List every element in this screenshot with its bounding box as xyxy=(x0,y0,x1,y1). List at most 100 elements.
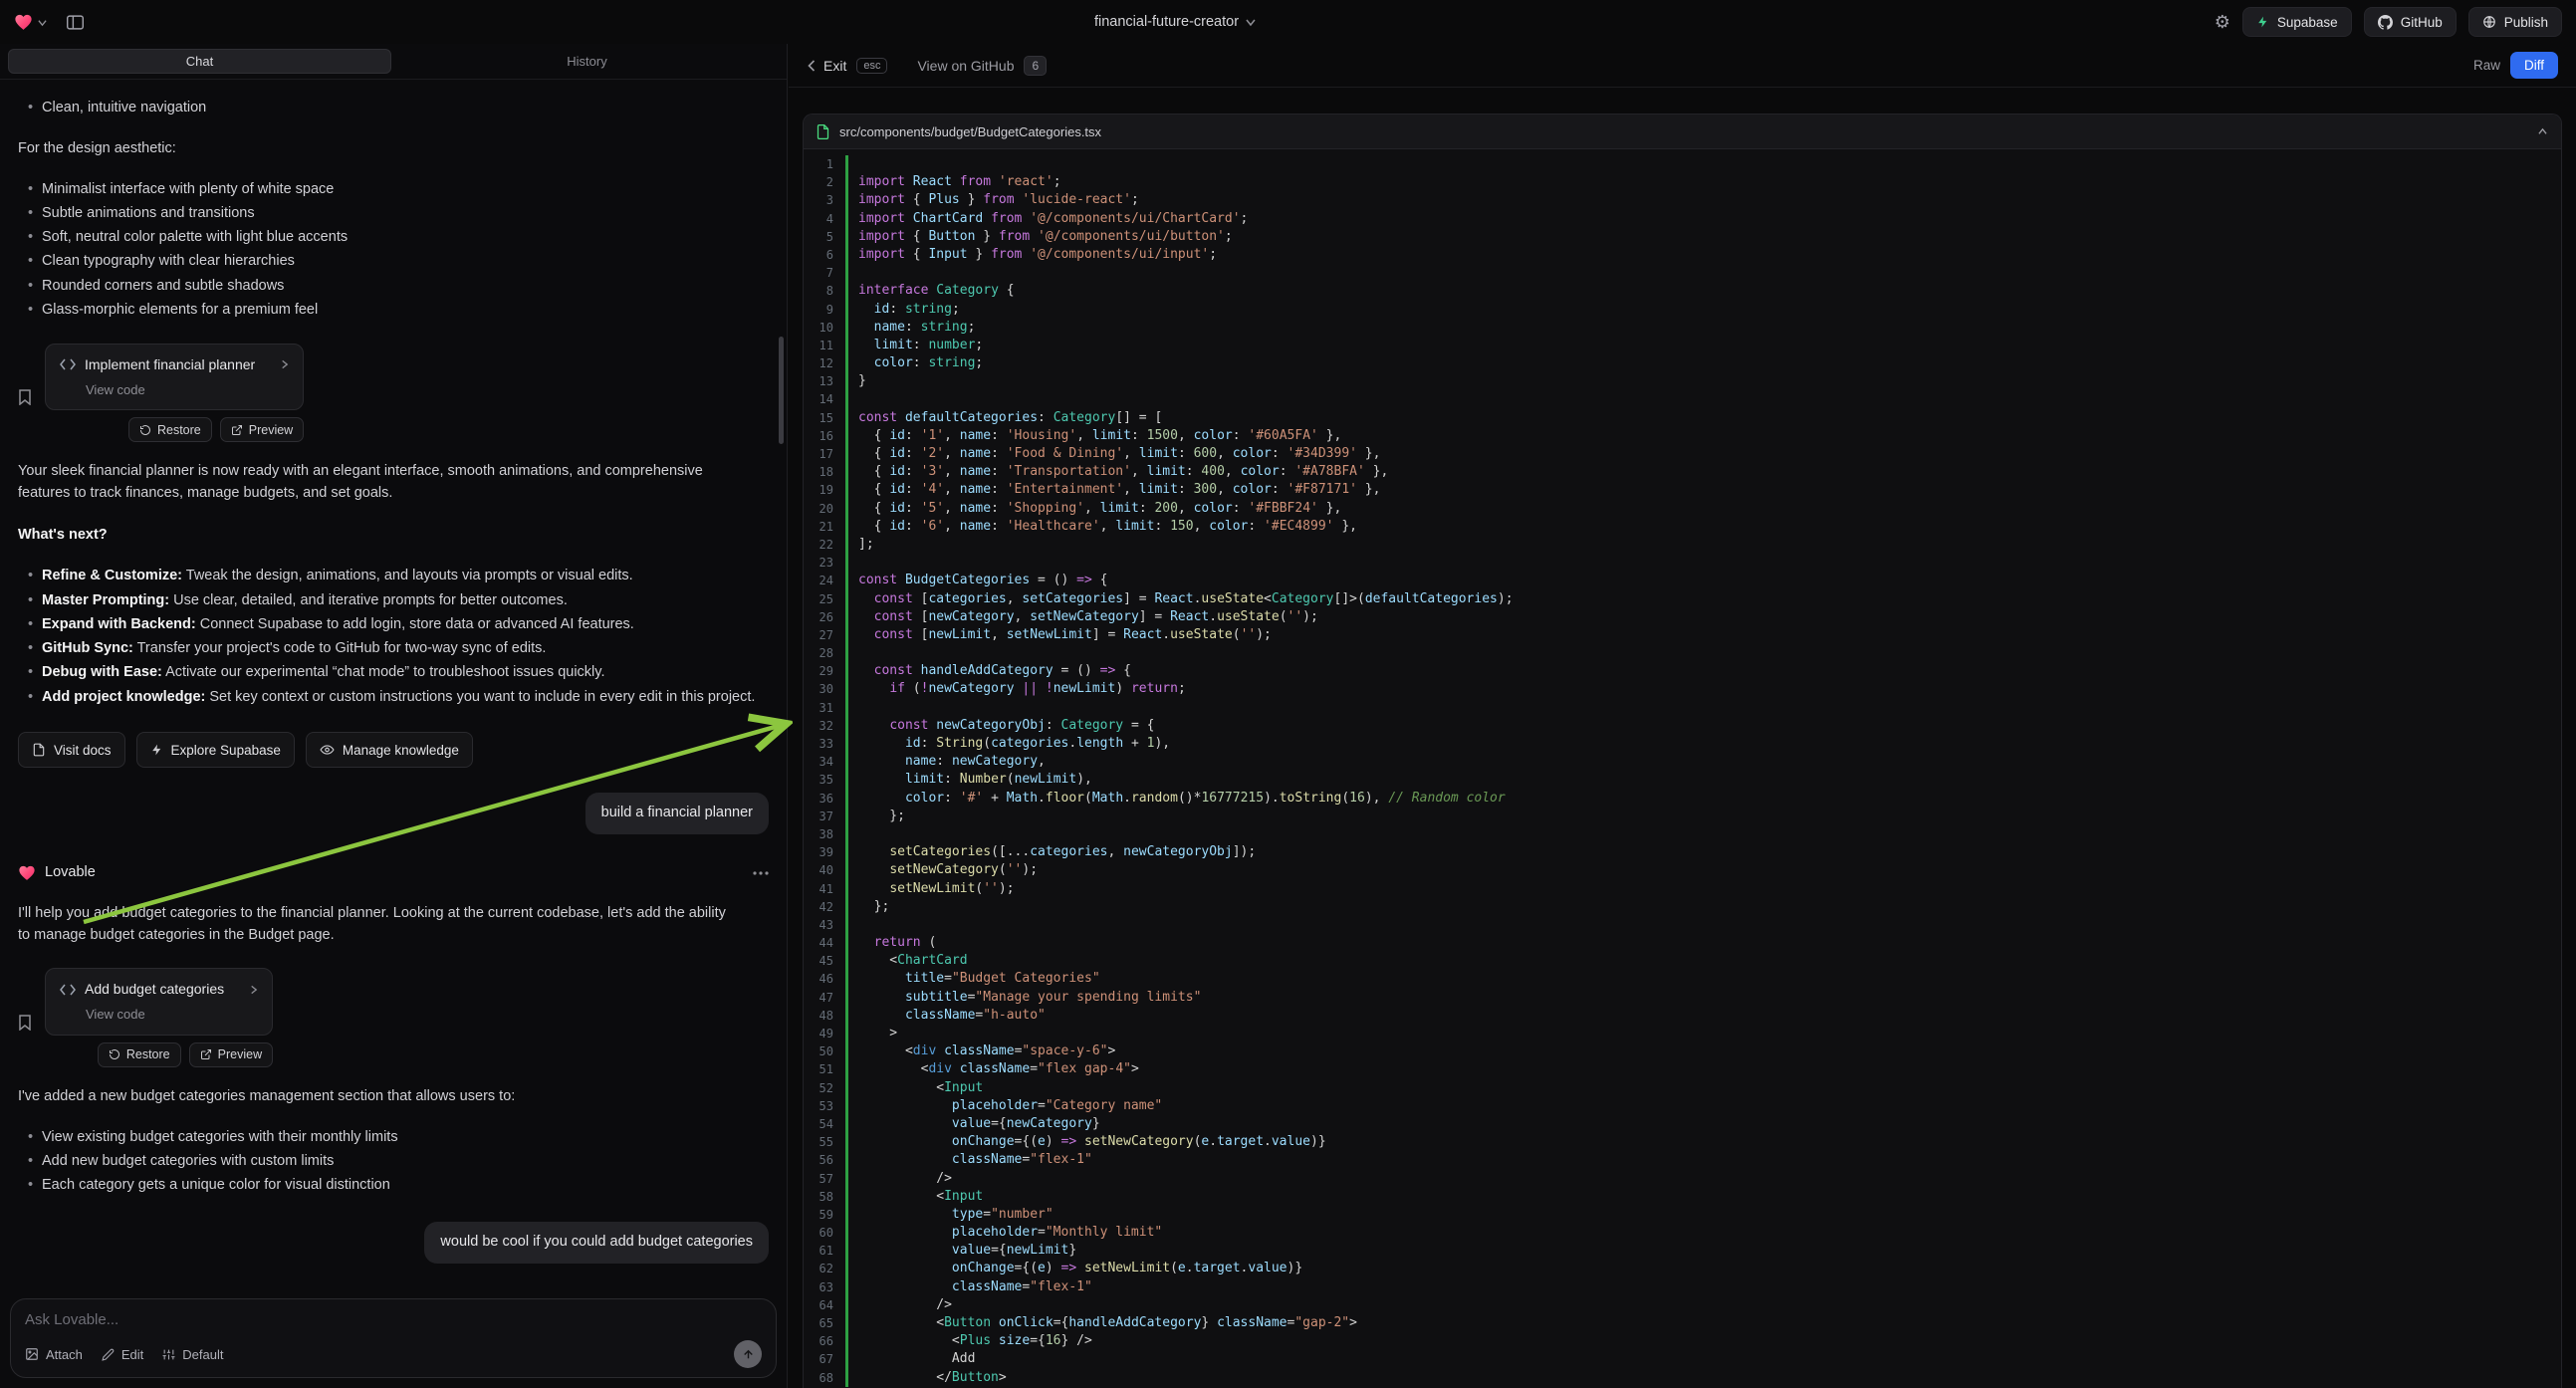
view-on-github-link[interactable]: View on GitHub xyxy=(917,58,1014,74)
line-number: 58 xyxy=(804,1188,845,1206)
line-number: 48 xyxy=(804,1007,845,1025)
supabase-icon xyxy=(2256,15,2269,29)
line-number: 17 xyxy=(804,445,845,463)
tab-history[interactable]: History xyxy=(395,49,779,74)
lovable-logo-menu[interactable] xyxy=(14,14,47,31)
line-number: 31 xyxy=(804,699,845,717)
mode-select[interactable]: Default xyxy=(162,1347,223,1362)
explore-supabase-button[interactable]: Explore Supabase xyxy=(136,732,295,768)
code-line: 15const defaultCategories: Category[] = … xyxy=(804,409,2561,427)
code-card: src/components/budget/BudgetCategories.t… xyxy=(803,114,2562,1388)
github-button[interactable]: GitHub xyxy=(2364,7,2457,37)
collapse-file-button[interactable] xyxy=(2537,127,2548,136)
user-message-row: would be cool if you could add budget ca… xyxy=(18,1222,769,1264)
assistant-name: Lovable xyxy=(45,862,96,884)
sliders-icon xyxy=(162,1348,175,1361)
code-line: 65 <Button onClick={handleAddCategory} c… xyxy=(804,1314,2561,1332)
preview-button[interactable]: Preview xyxy=(220,417,304,442)
publish-button[interactable]: Publish xyxy=(2468,7,2562,37)
line-number: 28 xyxy=(804,644,845,662)
code-line: 42 }; xyxy=(804,898,2561,916)
line-number: 6 xyxy=(804,246,845,264)
code-line: 8interface Category { xyxy=(804,282,2561,300)
line-number: 61 xyxy=(804,1242,845,1260)
preview-icon xyxy=(231,424,243,436)
code-line: 66 <Plus size={16} /> xyxy=(804,1332,2561,1350)
quick-actions: Visit docs Explore Supabase Manage knowled… xyxy=(18,732,769,768)
line-number: 53 xyxy=(804,1097,845,1115)
restore-button[interactable]: Restore xyxy=(98,1042,181,1067)
line-number: 54 xyxy=(804,1115,845,1133)
code-line: 3import { Plus } from 'lucide-react'; xyxy=(804,191,2561,209)
message-paragraph: For the design aesthetic: xyxy=(18,138,735,160)
chat-input[interactable] xyxy=(25,1311,762,1328)
chat-panel: Chat History Clean, intuitive navigation… xyxy=(0,44,788,1388)
code-line: 23 xyxy=(804,554,2561,572)
code-line: 4import ChartCard from '@/components/ui/… xyxy=(804,210,2561,228)
diff-toggle[interactable]: Diff xyxy=(2510,52,2558,79)
code-line: 55 onChange={(e) => setNewCategory(e.tar… xyxy=(804,1133,2561,1151)
message-paragraph: I'll help you add budget categories to t… xyxy=(18,903,735,947)
line-number: 52 xyxy=(804,1079,845,1097)
code-line: 45 <ChartCard xyxy=(804,952,2561,970)
supabase-button[interactable]: Supabase xyxy=(2242,7,2352,37)
message-heading: What's next? xyxy=(18,525,769,547)
edit-card[interactable]: Implement financial plannerView code xyxy=(45,344,304,411)
edit-button[interactable]: Edit xyxy=(102,1347,143,1362)
settings-button[interactable]: ⚙ xyxy=(2215,12,2230,33)
code-icon xyxy=(60,984,76,996)
code-icon xyxy=(60,358,76,370)
file-path: src/components/budget/BudgetCategories.t… xyxy=(839,124,1101,139)
list-item: Expand with Backend: Connect Supabase to… xyxy=(42,614,769,636)
code-line: 22]; xyxy=(804,536,2561,554)
code-line: 38 xyxy=(804,825,2561,843)
preview-icon xyxy=(200,1048,212,1060)
line-number: 50 xyxy=(804,1042,845,1060)
line-number: 35 xyxy=(804,771,845,789)
docs-icon xyxy=(32,743,46,757)
preview-button[interactable]: Preview xyxy=(189,1042,273,1067)
line-number: 44 xyxy=(804,934,845,952)
chevron-right-icon xyxy=(280,359,289,369)
code-line: 67 Add xyxy=(804,1350,2561,1368)
code-line: 39 setCategories([...categories, newCate… xyxy=(804,843,2561,861)
app-window: financial-future-creator ⚙ Supabase GitH… xyxy=(0,0,2576,1388)
line-number: 39 xyxy=(804,843,845,861)
restore-icon xyxy=(109,1048,120,1060)
line-number: 37 xyxy=(804,808,845,825)
edit-card[interactable]: Add budget categories View code xyxy=(45,968,273,1036)
composer-controls: Attach Edit Default xyxy=(25,1340,762,1368)
code-line: 32 const newCategoryObj: Category = { xyxy=(804,717,2561,735)
message-options-button[interactable] xyxy=(753,871,769,875)
chat-scrollbar[interactable] xyxy=(779,337,784,444)
visit-docs-button[interactable]: Visit docs xyxy=(18,732,125,768)
line-number: 4 xyxy=(804,210,845,228)
raw-toggle[interactable]: Raw xyxy=(2473,58,2500,73)
line-number: 36 xyxy=(804,790,845,808)
tab-chat[interactable]: Chat xyxy=(8,49,391,74)
code-line: 13} xyxy=(804,372,2561,390)
project-title: financial-future-creator xyxy=(1094,14,1239,30)
exit-button[interactable]: Exit xyxy=(807,58,846,74)
view-code-link[interactable]: View code xyxy=(86,1005,258,1025)
view-code-link[interactable]: View code xyxy=(86,380,289,400)
line-number: 46 xyxy=(804,970,845,988)
attach-button[interactable]: Attach xyxy=(25,1347,83,1362)
manage-knowledge-button[interactable]: Manage knowledge xyxy=(306,732,473,768)
message-paragraph: Your sleek financial planner is now read… xyxy=(18,461,735,505)
project-switcher[interactable]: financial-future-creator xyxy=(1094,14,1256,30)
toggle-sidebar-button[interactable] xyxy=(67,15,84,30)
line-number: 41 xyxy=(804,880,845,898)
edit-card-title: Add budget categories xyxy=(85,979,224,1000)
message-paragraph: I've added a new budget categories manag… xyxy=(18,1086,735,1108)
code-line: 47 subtitle="Manage your spending limits… xyxy=(804,989,2561,1007)
line-number: 19 xyxy=(804,481,845,499)
send-button[interactable] xyxy=(734,1340,762,1368)
line-number: 7 xyxy=(804,264,845,282)
code-line: 56 className="flex-1" xyxy=(804,1151,2561,1169)
code-line: 48 className="h-auto" xyxy=(804,1007,2561,1025)
restore-button[interactable]: Restore xyxy=(128,417,212,442)
line-number: 38 xyxy=(804,825,845,843)
code-line: 58 <Input xyxy=(804,1188,2561,1206)
line-number: 2 xyxy=(804,173,845,191)
